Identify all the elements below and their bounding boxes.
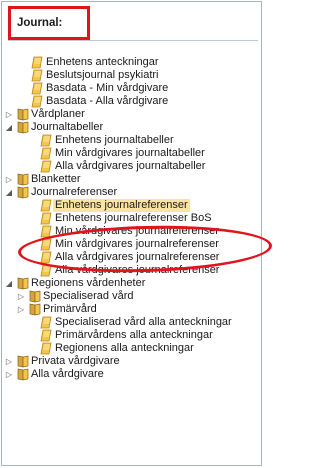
tree-item[interactable]: Enhetens journalreferenser <box>2 199 264 212</box>
tree-item-label: Enhetens anteckningar <box>46 56 159 68</box>
tree-item[interactable]: Beslutsjournal psykiatri <box>2 69 264 82</box>
tree-item-label: Specialiserad vård <box>43 290 134 302</box>
tree-item[interactable]: Basdata - Alla vårdgivare <box>2 95 264 108</box>
tree-item[interactable]: ▷ Vårdplaner <box>2 108 264 121</box>
collapsed-arrow-icon[interactable]: ▷ <box>4 355 14 368</box>
document-icon <box>40 160 54 173</box>
document-icon <box>31 95 45 108</box>
document-icon <box>31 69 45 82</box>
tree-item-label: Privata vårdgivare <box>31 355 120 367</box>
tree-item-label: Beslutsjournal psykiatri <box>46 69 159 81</box>
tree-item-label: Alla vårdgivares journaltabeller <box>55 160 206 172</box>
document-icon <box>40 199 54 212</box>
document-icon <box>40 329 54 342</box>
tree-item[interactable]: Enhetens journaltabeller <box>2 134 264 147</box>
tree-item[interactable]: Enhetens anteckningar <box>2 56 264 69</box>
folder-book-icon <box>28 290 42 303</box>
tree-item[interactable]: ▷ Primärvård <box>2 303 264 316</box>
tree-item[interactable]: ▷ Blanketter <box>2 173 264 186</box>
tree-item-label: Primärvård <box>43 303 97 315</box>
collapsed-arrow-icon[interactable]: ▷ <box>4 173 14 186</box>
document-icon <box>40 147 54 160</box>
expanded-arrow-icon[interactable]: ◢ <box>4 186 14 199</box>
tree-item-label: Basdata - Alla vårdgivare <box>46 95 169 107</box>
tree-item-label: Journaltabeller <box>31 121 104 133</box>
tree-item-label: Vårdplaner <box>31 108 85 120</box>
tree-item[interactable]: ◢ Journalreferenser <box>2 186 264 199</box>
folder-book-icon <box>16 108 30 121</box>
header-annotation-box <box>8 6 90 40</box>
tree-item-label: Journalreferenser <box>31 186 118 198</box>
tree-item-label: Min vårdgivares journaltabeller <box>55 147 205 159</box>
folder-book-icon <box>28 303 42 316</box>
collapsed-arrow-icon[interactable]: ▷ <box>4 108 14 121</box>
tree-item-label: Specialiserad vård alla anteckningar <box>55 316 232 328</box>
tree-item[interactable]: Alla vårdgivares journaltabeller <box>2 160 264 173</box>
tree-item[interactable]: ▷ Specialiserad vård <box>2 290 264 303</box>
tree-item[interactable]: ▷ Alla vårdgivare <box>2 368 264 381</box>
folder-book-icon <box>16 173 30 186</box>
header-divider <box>8 40 258 41</box>
document-icon <box>40 212 54 225</box>
tree-item-label: Alla vårdgivare <box>31 368 104 380</box>
journal-tree: Enhetens anteckningar Beslutsjournal psyk… <box>2 56 264 381</box>
tree-item[interactable]: ◢ Regionens vårdenheter <box>2 277 264 290</box>
tree-item[interactable]: Regionens alla anteckningar <box>2 342 264 355</box>
document-icon <box>40 342 54 355</box>
collapsed-arrow-icon[interactable]: ▷ <box>16 303 26 316</box>
tree-item-label: Regionens vårdenheter <box>31 277 146 289</box>
tree-item[interactable]: ◢ Journaltabeller <box>2 121 264 134</box>
tree-item[interactable]: Min vårdgivares journaltabeller <box>2 147 264 160</box>
folder-book-icon <box>16 121 30 134</box>
tree-item[interactable]: Specialiserad vård alla anteckningar <box>2 316 264 329</box>
tree-item[interactable]: ▷ Privata vårdgivare <box>2 355 264 368</box>
document-icon <box>31 56 45 69</box>
expanded-arrow-icon[interactable]: ◢ <box>4 121 14 134</box>
expanded-arrow-icon[interactable]: ◢ <box>4 277 14 290</box>
collapsed-arrow-icon[interactable]: ▷ <box>4 368 14 381</box>
collapsed-arrow-icon[interactable]: ▷ <box>16 290 26 303</box>
tree-item-label: Regionens alla anteckningar <box>55 342 194 354</box>
tree-item[interactable]: Enhetens journalreferenser BoS <box>2 212 264 225</box>
tree-item-label: Basdata - Min vårdgivare <box>46 82 169 94</box>
folder-book-icon <box>16 277 30 290</box>
folder-book-icon <box>16 368 30 381</box>
tree-item-label: Blanketter <box>31 173 81 185</box>
folder-book-icon <box>16 355 30 368</box>
tree-item-label: Primärvårdens alla anteckningar <box>55 329 213 341</box>
tree-item[interactable]: Primärvårdens alla anteckningar <box>2 329 264 342</box>
tree-item[interactable]: Basdata - Min vårdgivare <box>2 82 264 95</box>
folder-book-icon <box>16 186 30 199</box>
tree-item-label: Enhetens journaltabeller <box>55 134 174 146</box>
tree-item-label: Enhetens journalreferenser BoS <box>55 212 212 224</box>
tree-item-label: Enhetens journalreferenser <box>53 199 190 212</box>
document-icon <box>40 316 54 329</box>
document-icon <box>40 134 54 147</box>
document-icon <box>31 82 45 95</box>
